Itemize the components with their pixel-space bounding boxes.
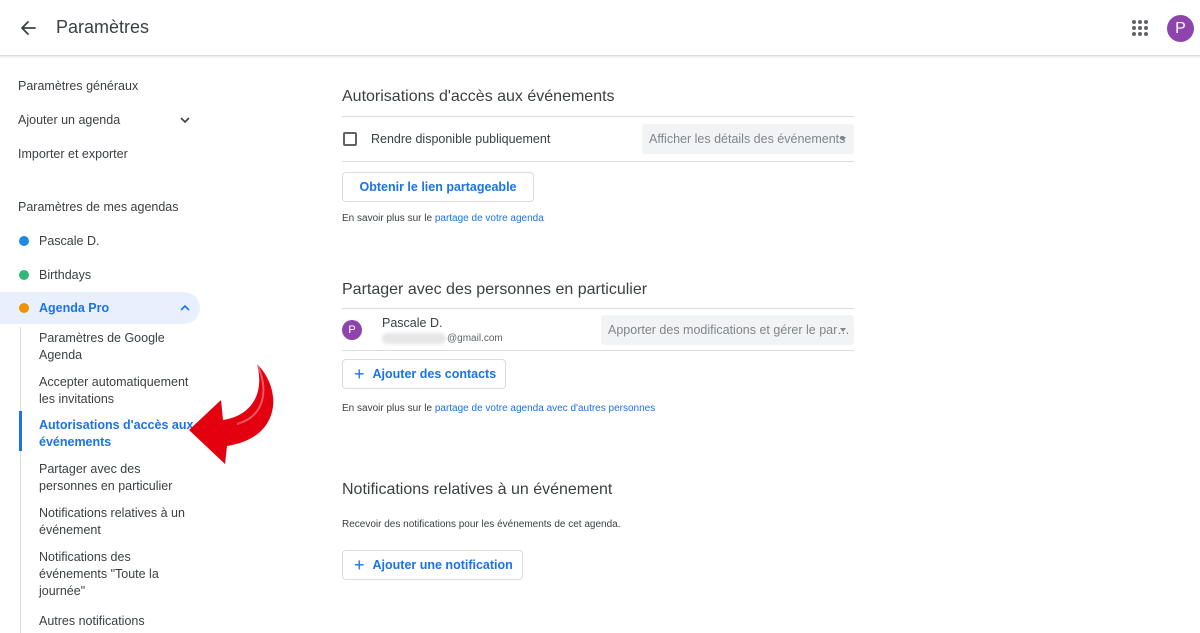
person-avatar: P (342, 320, 362, 340)
divider (342, 350, 854, 351)
calendar-color-dot (19, 270, 29, 280)
share-people-title: Partager avec des personnes en particuli… (342, 281, 648, 298)
page-title: Paramètres (56, 17, 150, 37)
sidebar-item-general-settings[interactable]: Paramètres généraux (18, 79, 138, 93)
add-notification-button[interactable]: + Ajouter une notification (342, 550, 523, 580)
chevron-down-icon[interactable] (179, 114, 191, 126)
calendar-sharing-link[interactable]: partage de votre agenda (435, 213, 544, 224)
add-contacts-label: Ajouter des contacts (372, 367, 497, 381)
public-checkbox-label: Rendre disponible publiquement (371, 132, 551, 146)
chevron-up-icon[interactable] (179, 302, 191, 314)
help-text-prefix: En savoir plus sur le (342, 403, 435, 414)
sub-item-event-notifications[interactable]: Notifications relatives à un événement (39, 505, 199, 539)
public-checkbox[interactable] (343, 132, 357, 146)
add-notification-label: Ajouter une notification (372, 558, 513, 572)
sidebar-item-add-calendar[interactable]: Ajouter un agenda (18, 113, 120, 127)
event-details-select[interactable]: Afficher les détails des événements (642, 124, 854, 154)
account-avatar[interactable]: P (1167, 15, 1194, 42)
sub-item-share-people[interactable]: Partager avec des personnes en particuli… (39, 461, 199, 495)
dropdown-caret-icon (840, 328, 846, 332)
sidebar-item-calendar-pascale[interactable]: Pascale D. (39, 234, 99, 248)
sub-item-other-notifications[interactable]: Autres notifications (39, 613, 199, 630)
divider (342, 161, 854, 162)
redacted-email (382, 333, 446, 344)
divider (342, 116, 854, 117)
permission-select[interactable]: Apporter des modifications et gérer le p… (601, 315, 854, 345)
top-app-bar: Paramètres P (0, 0, 1200, 56)
settings-sidebar: Paramètres généraux Ajouter un agenda Im… (0, 56, 210, 633)
notifications-description: Recevoir des notifications pour les évén… (342, 519, 621, 530)
sidebar-item-import-export[interactable]: Importer et exporter (18, 147, 128, 161)
subsection-rail (20, 327, 21, 633)
get-shareable-link-button[interactable]: Obtenir le lien partageable (342, 172, 534, 202)
permission-select-value: Apporter des modifications et gérer le p… (608, 323, 850, 337)
my-calendars-heading: Paramètres de mes agendas (18, 200, 179, 214)
calendar-color-dot (19, 236, 29, 246)
sidebar-item-calendar-birthdays[interactable]: Birthdays (39, 268, 91, 282)
access-permissions-title: Autorisations d'accès aux événements (342, 88, 615, 105)
event-details-select-value: Afficher les détails des événements (649, 132, 846, 146)
active-indicator (19, 411, 22, 451)
divider (342, 308, 854, 309)
event-notifications-title: Notifications relatives à un événement (342, 481, 613, 498)
access-help-text: En savoir plus sur le partage de votre a… (342, 213, 544, 224)
plus-icon: + (354, 364, 365, 384)
dropdown-caret-icon (840, 137, 846, 141)
add-contacts-button[interactable]: + Ajouter des contacts (342, 359, 506, 389)
share-with-others-link[interactable]: partage de votre agenda avec d'autres pe… (435, 403, 655, 414)
sub-item-allday-notifications[interactable]: Notifications des événements "Toute la j… (39, 549, 169, 600)
person-name: Pascale D. (382, 316, 443, 330)
annotation-arrow-icon (189, 363, 274, 464)
back-arrow-icon[interactable] (14, 14, 42, 42)
share-help-text: En savoir plus sur le partage de votre a… (342, 403, 655, 414)
calendar-color-dot (19, 303, 29, 313)
sub-item-google-calendar-settings[interactable]: Paramètres de Google Agenda (39, 330, 199, 364)
person-email: @gmail.com (447, 333, 503, 344)
plus-icon: + (354, 555, 365, 575)
apps-grid-icon[interactable] (1129, 17, 1151, 39)
sub-item-auto-accept[interactable]: Accepter automatiquement les invitations (39, 374, 199, 408)
agenda-pro-label: Agenda Pro (39, 301, 110, 315)
sub-item-access-permissions[interactable]: Autorisations d'accès aux événements (39, 417, 199, 451)
help-text-prefix: En savoir plus sur le (342, 213, 435, 224)
